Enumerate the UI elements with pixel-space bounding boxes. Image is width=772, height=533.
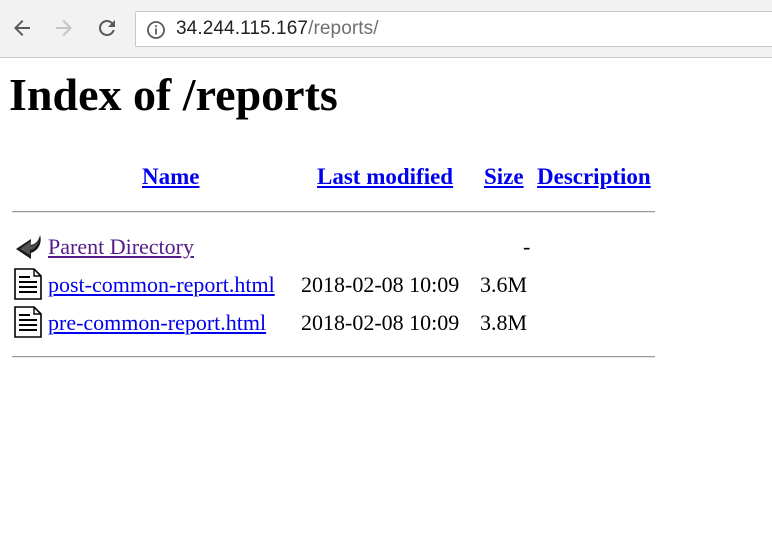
file-size: - (523, 234, 531, 259)
file-modified: 2018-02-08 10:09 (301, 272, 460, 297)
text-file-icon (14, 306, 42, 338)
column-header-last-modified[interactable]: Last modified (317, 165, 453, 188)
column-header-size[interactable]: Size (484, 165, 524, 188)
footer-divider (12, 356, 655, 358)
header-divider (12, 211, 655, 213)
arrow-right-icon (56, 20, 72, 36)
info-icon[interactable] (146, 20, 166, 40)
file-link[interactable]: post-common-report.html (48, 274, 275, 296)
url-path: /reports/ (308, 18, 379, 39)
forward-button[interactable] (50, 14, 78, 42)
back-button[interactable] (8, 14, 36, 42)
column-header-description[interactable]: Description (537, 165, 651, 188)
back-icon (16, 235, 41, 259)
address-bar[interactable]: 34.244.115.167/reports/ (135, 11, 772, 47)
arrow-left-icon (14, 20, 30, 36)
page-title: Index of /reports (9, 69, 338, 120)
file-size: 3.8M (480, 310, 528, 335)
url-text: 34.244.115.167/reports/ (176, 18, 379, 40)
parent-directory-link[interactable]: Parent Directory (48, 236, 194, 258)
reload-icon (98, 19, 115, 36)
file-modified: 2018-02-08 10:09 (301, 310, 460, 335)
reload-button[interactable] (93, 14, 121, 42)
browser-toolbar: 34.244.115.167/reports/ (0, 0, 772, 58)
text-file-icon (14, 268, 42, 300)
url-host: 34.244.115.167 (176, 18, 309, 39)
column-header-name[interactable]: Name (142, 165, 199, 188)
file-link[interactable]: pre-common-report.html (48, 312, 266, 334)
file-size: 3.6M (480, 272, 528, 297)
